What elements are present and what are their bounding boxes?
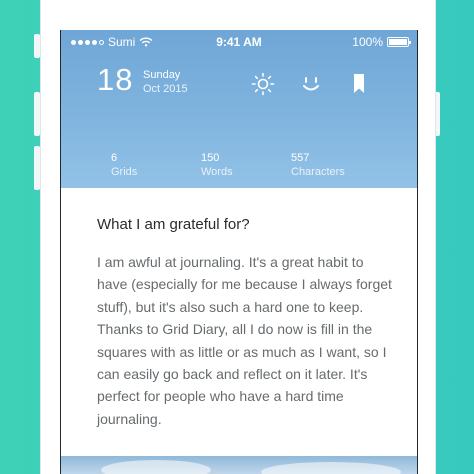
- stat-label: Grids: [111, 166, 138, 178]
- entry-day-number: 18: [97, 62, 134, 97]
- stat-value: 150: [201, 152, 220, 164]
- stat-value: 557: [291, 152, 310, 164]
- bookmark-icon[interactable]: [349, 72, 369, 96]
- stat-characters: 557 Characters: [291, 152, 345, 178]
- grid-answer-text[interactable]: I am awful at journaling. It's a great h…: [97, 251, 397, 430]
- battery-icon: [387, 37, 411, 47]
- stat-label: Words: [201, 166, 233, 178]
- status-bar: Sumi 9:41 AM 100%: [61, 33, 417, 51]
- entry-header: Sumi 9:41 AM 100% 18 Sunday Oct 2015 6 G…: [61, 30, 417, 188]
- battery-indicator: 100%: [352, 35, 411, 49]
- sun-icon[interactable]: [251, 72, 275, 96]
- battery-percent: 100%: [352, 35, 383, 49]
- app-screen: Sumi 9:41 AM 100% 18 Sunday Oct 2015 6 G…: [60, 30, 418, 474]
- stat-label: Characters: [291, 166, 345, 178]
- stat-grids: 6 Grids: [111, 152, 137, 178]
- entry-content: What I am grateful for? I am awful at jo…: [97, 216, 397, 430]
- entry-weekday: Sunday: [143, 69, 181, 81]
- stat-words: 150 Words: [201, 152, 233, 178]
- grid-question: What I am grateful for?: [97, 216, 250, 233]
- stat-value: 6: [111, 152, 118, 164]
- entry-month-year: Oct 2015: [143, 83, 188, 95]
- sky-photo: [61, 456, 417, 474]
- smile-icon[interactable]: [299, 72, 323, 96]
